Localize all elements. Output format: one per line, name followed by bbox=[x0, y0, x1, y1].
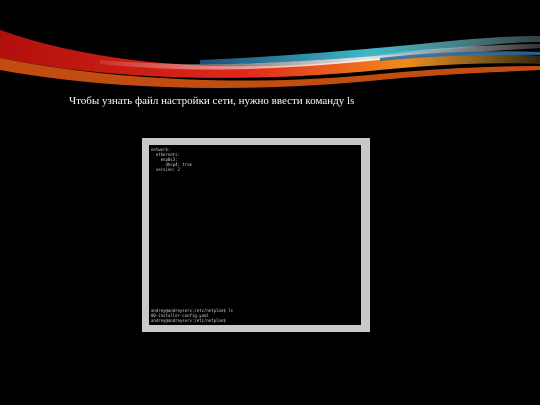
terminal-window: network: ethernets: enp0s3: dhcp4: true … bbox=[149, 145, 361, 325]
slide-caption: Чтобы узнать файл настройки сети, нужно … bbox=[69, 95, 355, 107]
decorative-swoosh bbox=[0, 30, 540, 89]
terminal-line: version: 2 bbox=[151, 167, 180, 172]
slide: Чтобы узнать файл настройки сети, нужно … bbox=[0, 0, 540, 405]
netplan-config-output: network: ethernets: enp0s3: dhcp4: true … bbox=[151, 147, 192, 172]
terminal-prompt[interactable]: andrey@andreyserv:/etc/netplan$ bbox=[151, 318, 233, 323]
terminal-screenshot: network: ethernets: enp0s3: dhcp4: true … bbox=[142, 138, 370, 332]
ls-command-output: andrey@andreyserv:/etc/netplan$ ls 00-in… bbox=[151, 308, 233, 323]
